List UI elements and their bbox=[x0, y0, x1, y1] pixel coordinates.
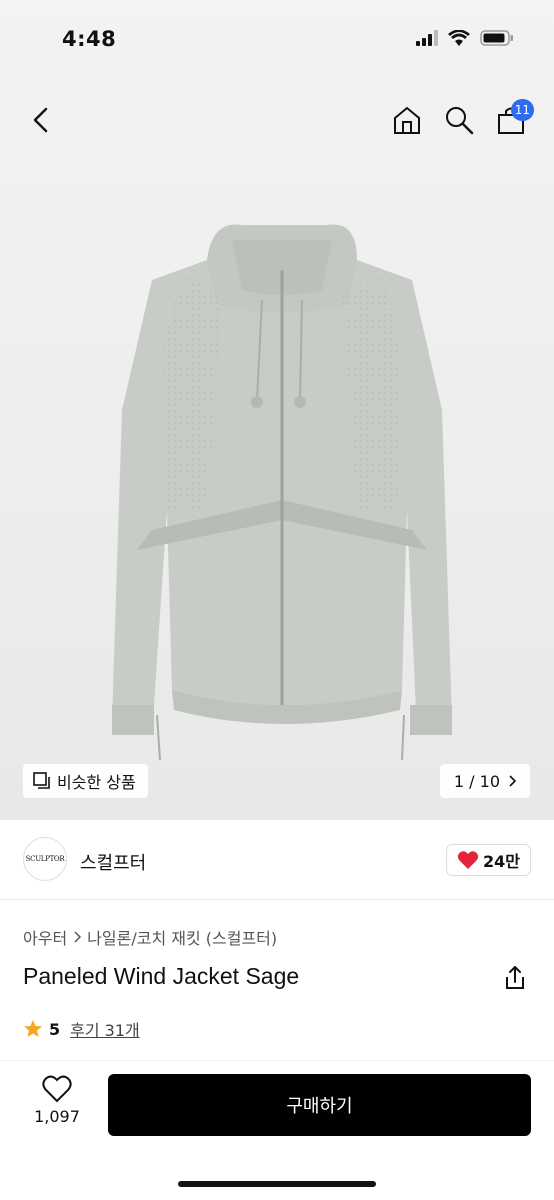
breadcrumb-item[interactable]: 아우터 bbox=[23, 925, 67, 949]
wish-count: 1,097 bbox=[34, 1107, 80, 1126]
similar-products-button[interactable]: 비슷한 상품 bbox=[23, 764, 148, 798]
brand-logo-text: SCULPTOR bbox=[25, 855, 65, 863]
product-image bbox=[112, 224, 452, 761]
cart-button[interactable]: 11 bbox=[494, 99, 534, 137]
brand-like-button[interactable]: 24만 bbox=[446, 844, 531, 876]
wish-button[interactable]: 1,097 bbox=[32, 1075, 82, 1126]
chevron-right-icon bbox=[74, 931, 82, 943]
image-pager[interactable]: 1 / 10 bbox=[439, 764, 530, 798]
status-bar: 4:48 bbox=[0, 0, 554, 84]
cart-count-badge: 11 bbox=[510, 99, 534, 121]
wifi-icon bbox=[448, 30, 470, 46]
product-image-gallery[interactable]: 4:48 11 비슷한 상품 1 / 10 bbox=[0, 0, 554, 820]
breadcrumb: 아우터 나일론/코치 재킷 (스컬프터) bbox=[23, 925, 277, 949]
brand-row[interactable]: SCULPTOR 스컬프터 24만 bbox=[0, 820, 554, 900]
pager-text: 1 / 10 bbox=[453, 771, 500, 791]
purchase-bar: 1,097 구매하기 bbox=[0, 1060, 554, 1200]
signal-icon bbox=[416, 30, 438, 46]
search-icon bbox=[446, 107, 474, 135]
reviews-link[interactable]: 후기 31개 bbox=[70, 1017, 140, 1041]
search-button[interactable] bbox=[442, 103, 476, 137]
battery-icon bbox=[480, 30, 513, 46]
similar-products-label: 비슷한 상품 bbox=[57, 773, 136, 792]
home-indicator bbox=[178, 1181, 376, 1187]
brand-logo[interactable]: SCULPTOR bbox=[23, 837, 67, 881]
home-button[interactable] bbox=[390, 103, 424, 137]
breadcrumb-item[interactable]: 나일론/코치 재킷 (스컬프터) bbox=[87, 925, 277, 949]
back-button[interactable] bbox=[24, 104, 56, 136]
product-title: Paneled Wind Jacket Sage bbox=[23, 963, 300, 989]
status-time: 4:48 bbox=[62, 27, 117, 51]
back-icon bbox=[33, 107, 48, 133]
heart-icon bbox=[457, 851, 479, 869]
home-icon bbox=[394, 106, 420, 134]
chevron-right-icon bbox=[509, 775, 516, 787]
buy-button[interactable]: 구매하기 bbox=[108, 1074, 531, 1136]
status-icons bbox=[416, 30, 514, 46]
share-button[interactable] bbox=[502, 965, 528, 991]
share-icon bbox=[506, 966, 524, 989]
brand-name[interactable]: 스컬프터 bbox=[80, 849, 146, 875]
rating-score: 5 bbox=[49, 1019, 61, 1039]
heart-outline-icon bbox=[42, 1075, 72, 1103]
brand-like-count: 24만 bbox=[483, 852, 520, 871]
similar-icon bbox=[33, 772, 50, 789]
product-rating: 5 후기 31개 bbox=[23, 1017, 140, 1041]
star-icon bbox=[24, 1020, 42, 1037]
